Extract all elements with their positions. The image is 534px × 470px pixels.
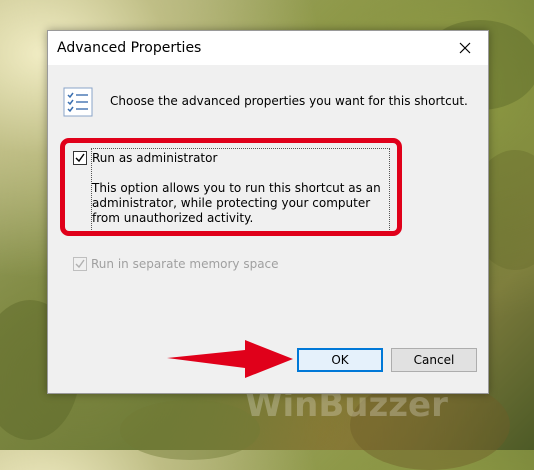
- close-icon: [459, 42, 471, 54]
- arrow-icon: [167, 340, 293, 378]
- highlight-box: [60, 138, 402, 236]
- close-button[interactable]: [442, 31, 488, 65]
- dialog-title: Advanced Properties: [57, 40, 202, 56]
- separate-memory-checkbox[interactable]: [73, 257, 87, 271]
- header-text: Choose the advanced properties you want …: [110, 94, 468, 108]
- cancel-button[interactable]: Cancel: [391, 348, 477, 372]
- separate-memory-label[interactable]: Run in separate memory space: [91, 257, 279, 271]
- checklist-icon: [63, 87, 93, 117]
- checkmark-icon: [75, 259, 85, 269]
- ok-button[interactable]: OK: [297, 348, 383, 372]
- title-bar: Advanced Properties: [48, 31, 488, 65]
